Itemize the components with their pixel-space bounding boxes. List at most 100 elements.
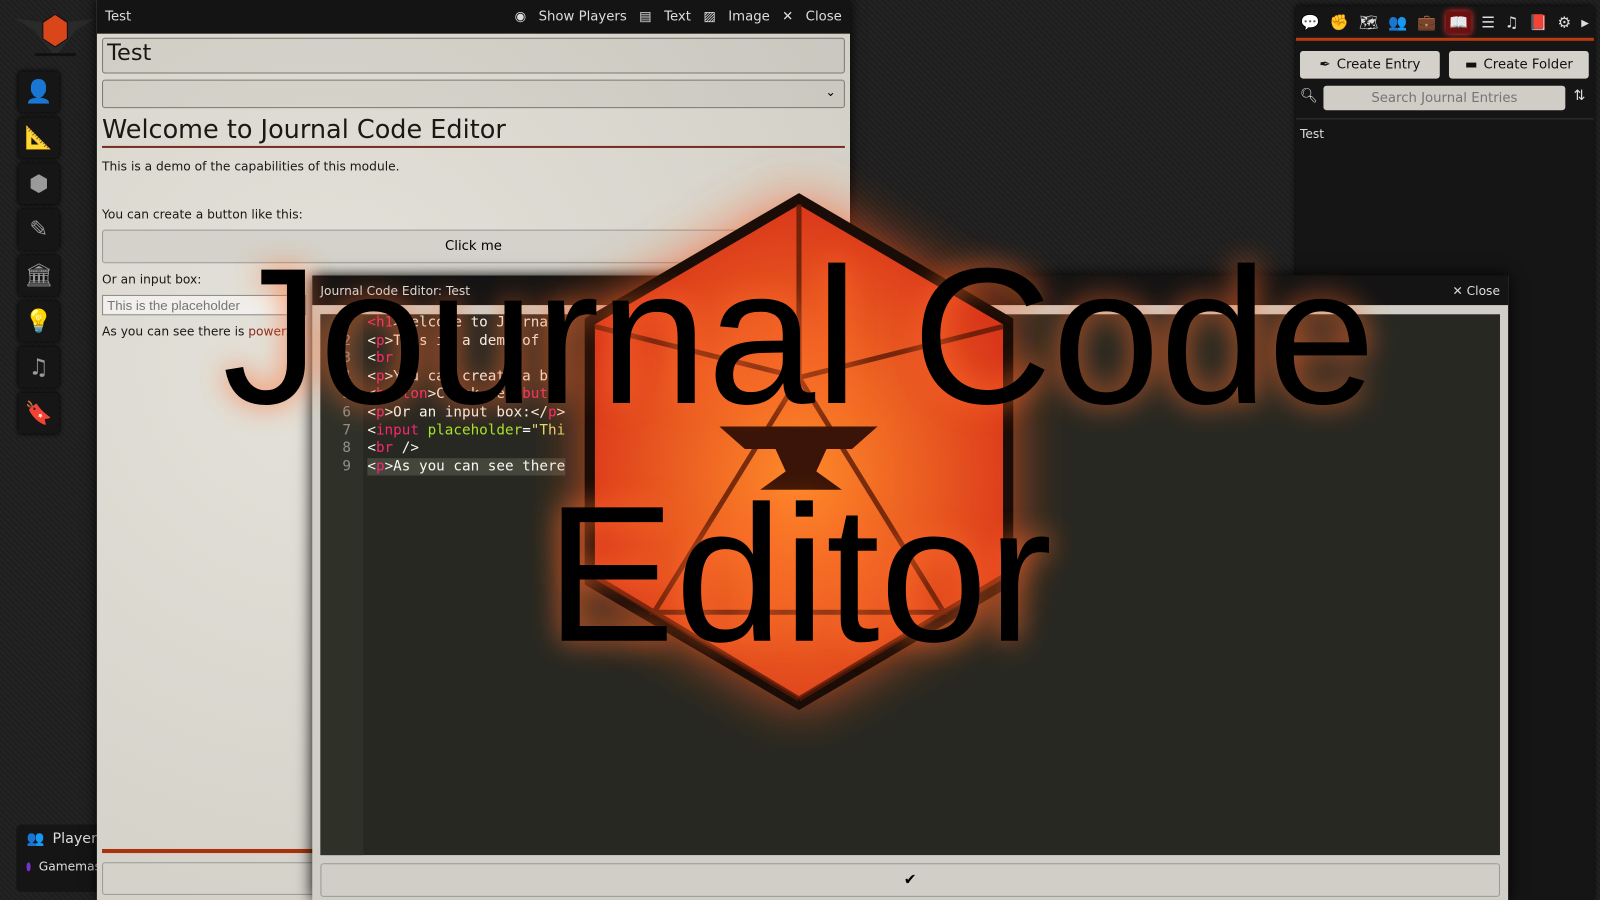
code-token: >This is a demo of: [384, 332, 540, 349]
code-lines: <h1>Welcome to Journa <p>This is a demo o…: [367, 314, 566, 476]
save-button[interactable]: ✔: [320, 863, 1500, 897]
check-icon: ✔: [903, 870, 917, 889]
player-color-dot: [26, 861, 31, 871]
editor-close-label: Close: [1466, 283, 1500, 298]
line-number: 5: [342, 386, 352, 403]
window-header[interactable]: Test ◉ Show Players ▤ Text ▨ Image ✕ Clo…: [96, 0, 850, 34]
code-line: <h1>Welcome to Journa: [367, 314, 565, 332]
code-line: <p>Or an input box:</p>: [367, 404, 565, 422]
text-button[interactable]: ▤ Text: [639, 9, 691, 24]
code-token: >Click me</: [427, 386, 523, 403]
music-icon: ♫: [28, 354, 49, 381]
button-prompt: You can create a button like this:: [102, 207, 303, 222]
chat-icon[interactable]: 💬: [1301, 13, 1320, 31]
closing-text: As you can see there is powerfu: [102, 324, 298, 338]
create-entry-button[interactable]: ✒ Create Entry: [1299, 51, 1440, 79]
line-number: 6: [342, 404, 352, 421]
code-editor-window: Journal Code Editor: Test ✕ Close 123456…: [312, 275, 1509, 900]
journal-footer-button[interactable]: [102, 862, 317, 895]
closing-link[interactable]: powerfu: [248, 324, 298, 338]
code-token: />: [393, 439, 419, 457]
sort-icon[interactable]: ⇅: [1573, 88, 1585, 104]
image-label: Image: [728, 9, 770, 25]
music-icon[interactable]: ♫: [1505, 13, 1519, 31]
landmark-control[interactable]: 🏛: [18, 255, 60, 296]
users-icon[interactable]: 👥: [1388, 13, 1407, 31]
image-button[interactable]: ▨ Image: [703, 9, 769, 24]
code-token: p: [375, 332, 385, 349]
compendium-icon[interactable]: 📕: [1529, 13, 1548, 31]
cubes-control[interactable]: ⬢: [18, 163, 60, 205]
code-line: <button>Click me</but: [367, 386, 565, 404]
code-token: >: [393, 314, 402, 331]
line-number: 2: [342, 332, 352, 349]
code-token: <h1: [367, 314, 394, 331]
pencil-control[interactable]: ✎: [18, 209, 60, 250]
book-open-icon[interactable]: 📖: [1446, 10, 1472, 34]
intro-text: This is a demo of the capabilities of th…: [102, 159, 400, 174]
map-icon[interactable]: 🗺: [1359, 13, 1378, 31]
code-line: <p>As you can see there: [367, 457, 566, 476]
code-token: >Or an input box:</: [384, 404, 548, 421]
code-token: but: [522, 386, 548, 403]
cogs-icon[interactable]: ⚙: [1558, 13, 1572, 31]
music-control[interactable]: ♫: [18, 346, 60, 388]
editor-close-button[interactable]: ✕ Close: [1452, 283, 1500, 297]
text-label: Text: [664, 9, 691, 25]
click-me-button[interactable]: Click me: [102, 229, 845, 264]
demo-input[interactable]: [102, 294, 307, 316]
line-number: 8: [342, 439, 352, 457]
journal-entry-item[interactable]: Test: [1295, 118, 1594, 148]
suitcase-icon[interactable]: 💼: [1417, 13, 1436, 31]
line-number: 7: [342, 421, 352, 439]
lightbulb-control[interactable]: 💡: [18, 301, 60, 342]
user-control[interactable]: 👤: [18, 71, 60, 113]
line-number: 1: [342, 314, 352, 331]
close-label: Close: [805, 9, 842, 25]
code-token: p: [375, 457, 385, 475]
lightbulb-icon: 💡: [24, 308, 53, 335]
code-token: "Thi: [530, 421, 566, 439]
code-token: input: [375, 421, 419, 439]
code-token: >: [556, 404, 566, 421]
show-players-button[interactable]: ◉ Show Players: [515, 9, 627, 24]
landmark-icon: 🏛: [24, 262, 54, 289]
code-area[interactable]: 123456789 <h1>Welcome to Journa <p>This i…: [320, 314, 1500, 856]
search-icon: 🔍︎: [1299, 87, 1319, 105]
cubes-icon: ⬢: [28, 170, 49, 197]
user-icon: 👤: [24, 79, 53, 105]
table-list-icon[interactable]: ☰: [1481, 13, 1495, 31]
create-folder-button[interactable]: ▬ Create Folder: [1448, 51, 1589, 79]
pencil-icon: ✎: [29, 216, 49, 243]
journal-name-input[interactable]: Test: [102, 37, 845, 74]
code-line: <p>This is a demo of: [367, 332, 565, 350]
caret-right-icon[interactable]: ▸: [1581, 13, 1589, 31]
hand-fist-icon[interactable]: ✊: [1330, 13, 1349, 31]
ruler-control[interactable]: 📐: [18, 117, 60, 159]
folder-select[interactable]: ⌄: [102, 79, 845, 109]
code-token: button: [375, 386, 428, 403]
input-prompt: Or an input box:: [102, 272, 202, 287]
bookmark-control[interactable]: 🔖: [18, 392, 60, 434]
code-token: br: [375, 439, 394, 457]
line-gutter: 123456789: [320, 314, 364, 856]
code-line: <br: [367, 350, 565, 368]
code-token: =: [522, 421, 531, 439]
line-number: 4: [342, 368, 352, 385]
closing-text-body: As you can see there is: [102, 324, 249, 339]
create-folder-label: Create Folder: [1483, 57, 1573, 73]
content-heading: Welcome to Journal Code Editor: [102, 114, 845, 148]
chevron-down-icon: ⌄: [825, 84, 836, 99]
editor-header[interactable]: Journal Code Editor: Test ✕ Close: [312, 275, 1509, 306]
close-button[interactable]: ✕ Close: [782, 9, 842, 24]
create-entry-label: Create Entry: [1336, 57, 1421, 73]
ruler-icon: 📐: [24, 124, 53, 151]
window-title: Test: [105, 9, 132, 25]
search-input[interactable]: [1323, 85, 1566, 111]
foundry-logo[interactable]: [14, 8, 96, 59]
code-line: <br />: [367, 440, 565, 458]
editor-title: Journal Code Editor: Test: [320, 283, 471, 298]
sidebar-tabs: 💬 ✊ 🗺 👥 💼 📖 ☰ ♫ 📕 ⚙ ▸: [1295, 6, 1594, 41]
code-token: br: [375, 350, 394, 367]
